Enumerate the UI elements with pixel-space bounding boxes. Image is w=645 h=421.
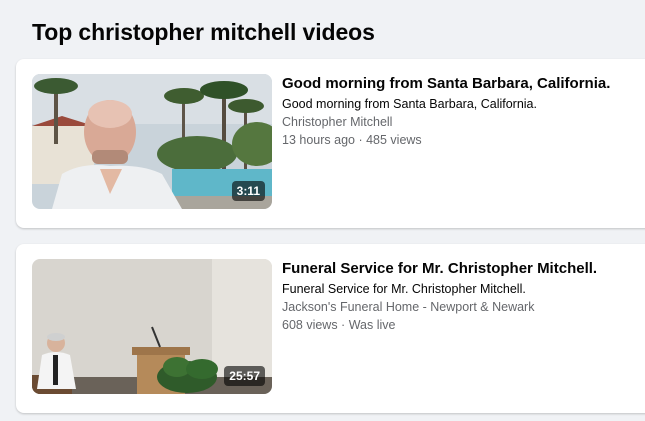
video-duration-badge: 3:11 (231, 181, 265, 201)
video-author[interactable]: Christopher Mitchell (282, 113, 642, 131)
video-thumbnail[interactable]: 3:11 (32, 74, 272, 209)
video-thumbnail[interactable]: 25:57 (32, 259, 272, 394)
video-title[interactable]: Good morning from Santa Barbara, Califor… (282, 74, 642, 93)
video-meta: Funeral Service for Mr. Christopher Mitc… (282, 259, 642, 334)
video-title[interactable]: Funeral Service for Mr. Christopher Mitc… (282, 259, 642, 278)
video-description: Funeral Service for Mr. Christopher Mitc… (282, 282, 526, 296)
video-meta: Good morning from Santa Barbara, Califor… (282, 74, 642, 149)
video-description: Good morning from Santa Barbara, Califor… (282, 97, 537, 111)
video-duration-badge: 25:57 (224, 366, 265, 386)
video-author[interactable]: Jackson's Funeral Home - Newport & Newar… (282, 298, 642, 316)
video-stats: 608 views · Was live (282, 318, 396, 332)
video-card[interactable]: 25:57 Funeral Service for Mr. Christophe… (16, 244, 645, 413)
video-stats: 13 hours ago · 485 views (282, 133, 422, 147)
section-heading: Top christopher mitchell videos (32, 19, 375, 45)
video-card[interactable]: 3:11 Good morning from Santa Barbara, Ca… (16, 59, 645, 228)
